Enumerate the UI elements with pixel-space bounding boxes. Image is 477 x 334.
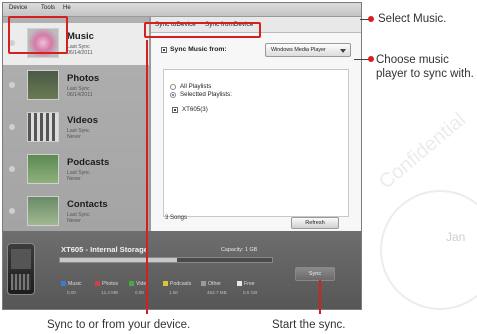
playlist-list: All Playlists Selectted Playlists: XT605… <box>163 69 349 217</box>
legend-value: 12.4 MB <box>101 290 119 295</box>
storage-legend-item: Other <box>201 281 221 287</box>
legend-swatch <box>61 281 66 286</box>
menu-tools[interactable]: Tools <box>41 5 55 11</box>
callout-sync-direction: Sync to or from your device. <box>47 319 191 331</box>
sidebar-item-contacts[interactable]: Contacts Last Sync Never <box>3 191 149 233</box>
refresh-button[interactable]: Refresh <box>291 217 339 229</box>
last-sync-value: Never <box>67 176 81 182</box>
legend-label: Vide <box>136 281 147 287</box>
sync-source-toolbar: Sync Music from: Windows Media Player <box>151 43 361 59</box>
podcasts-icon <box>27 154 59 184</box>
chevron-down-icon <box>340 49 346 53</box>
legend-value: 0.00 <box>135 290 144 295</box>
highlight-sync-tabs <box>144 22 261 38</box>
all-playlists-radio[interactable] <box>170 84 176 90</box>
storage-title: XT605 - Internal Storage <box>61 245 148 254</box>
sidebar-item-label: Photos <box>67 73 100 84</box>
menu-bar: Device Tools He <box>3 3 361 17</box>
phone-icon <box>7 243 35 295</box>
callout-select-music: Select Music. <box>378 13 447 25</box>
callout-marker <box>368 16 374 22</box>
device-storage-panel: XT605 - Internal Storage Capacity: 1 GB … <box>3 231 361 309</box>
storage-legend-item: Vide <box>129 281 146 287</box>
selected-playlists-radio[interactable] <box>170 92 176 98</box>
callout-start-sync: Start the sync. <box>272 319 346 331</box>
storage-used-fill <box>60 258 177 262</box>
sidebar-bullet <box>9 82 15 88</box>
legend-label: Photos <box>102 281 119 287</box>
legend-label: Music <box>68 281 82 287</box>
watermark-text: Confidential <box>374 108 471 194</box>
watermark-text: Jan <box>446 230 466 244</box>
callout-choose-player: Choose music player to sync with. <box>376 54 474 80</box>
legend-swatch <box>129 281 134 286</box>
watermark-ring <box>380 190 477 310</box>
legend-swatch <box>95 281 100 286</box>
legend-label: Podcasts <box>170 281 192 287</box>
last-sync-value: 06/14/2011 <box>67 92 93 98</box>
selected-playlists-label: Selectted Playlists: <box>180 91 232 98</box>
legend-swatch <box>237 281 242 286</box>
sync-button[interactable]: Sync <box>295 267 335 281</box>
highlight-music <box>8 16 68 54</box>
legend-value: 454.7 MB <box>207 290 227 295</box>
sidebar-item-label: Music <box>67 31 94 42</box>
legend-swatch <box>163 281 168 286</box>
last-sync-value: Never <box>67 218 81 224</box>
sidebar-item-podcasts[interactable]: Podcasts Last Sync Never <box>3 149 149 191</box>
all-playlists-label: All Playlists <box>180 83 212 90</box>
storage-legend-item: Podcasts <box>163 281 191 287</box>
sync-panel: Sync toDevice Sync fromDevice Sync Music… <box>151 17 361 231</box>
storage-legend-item: Photos <box>95 281 118 287</box>
callout-marker <box>368 56 374 62</box>
legend-value: 1.50 <box>169 290 178 295</box>
playlist-item-label: XT605(3) <box>182 106 208 113</box>
legend-label: Other <box>208 281 221 287</box>
sync-music-checkbox[interactable] <box>161 47 167 53</box>
legend-swatch <box>201 281 206 286</box>
storage-legend-item: Free <box>237 281 255 287</box>
legend-label: Free <box>244 281 255 287</box>
playlist-checkbox[interactable] <box>172 107 178 113</box>
sidebar-item-label: Contacts <box>67 199 108 210</box>
sidebar-item-photos[interactable]: Photos Last Sync 06/14/2011 <box>3 65 149 107</box>
storage-legend-item: Music <box>61 281 82 287</box>
song-count: 3 Songs <box>165 215 188 221</box>
legend-value: 0.5 GB <box>243 290 258 295</box>
sync-music-from-label: Sync Music from: <box>170 46 227 53</box>
sidebar-item-label: Podcasts <box>67 157 110 168</box>
sidebar-bullet <box>9 208 15 214</box>
last-sync-value: 06/14/2011 <box>67 50 93 56</box>
last-sync-value: Never <box>67 134 81 140</box>
music-player-value: Windows Media Player <box>271 47 326 53</box>
callout-line-sync-direction <box>146 40 148 314</box>
storage-capacity: Capacity: 1 GB <box>221 247 258 253</box>
sidebar-bullet <box>9 166 15 172</box>
sidebar-bullet <box>9 124 15 130</box>
legend-value: 0.00 <box>67 290 76 295</box>
storage-usage-bar <box>59 257 273 263</box>
sidebar-item-videos[interactable]: Videos Last Sync Never <box>3 107 149 149</box>
menu-device[interactable]: Device <box>9 5 27 11</box>
photos-icon <box>27 70 59 100</box>
music-player-dropdown[interactable]: Windows Media Player <box>265 43 351 57</box>
callout-line-start-sync <box>319 280 321 314</box>
contacts-icon <box>27 196 59 226</box>
sidebar-item-label: Videos <box>67 115 98 126</box>
videos-icon <box>27 112 59 142</box>
menu-help[interactable]: He <box>63 5 71 11</box>
